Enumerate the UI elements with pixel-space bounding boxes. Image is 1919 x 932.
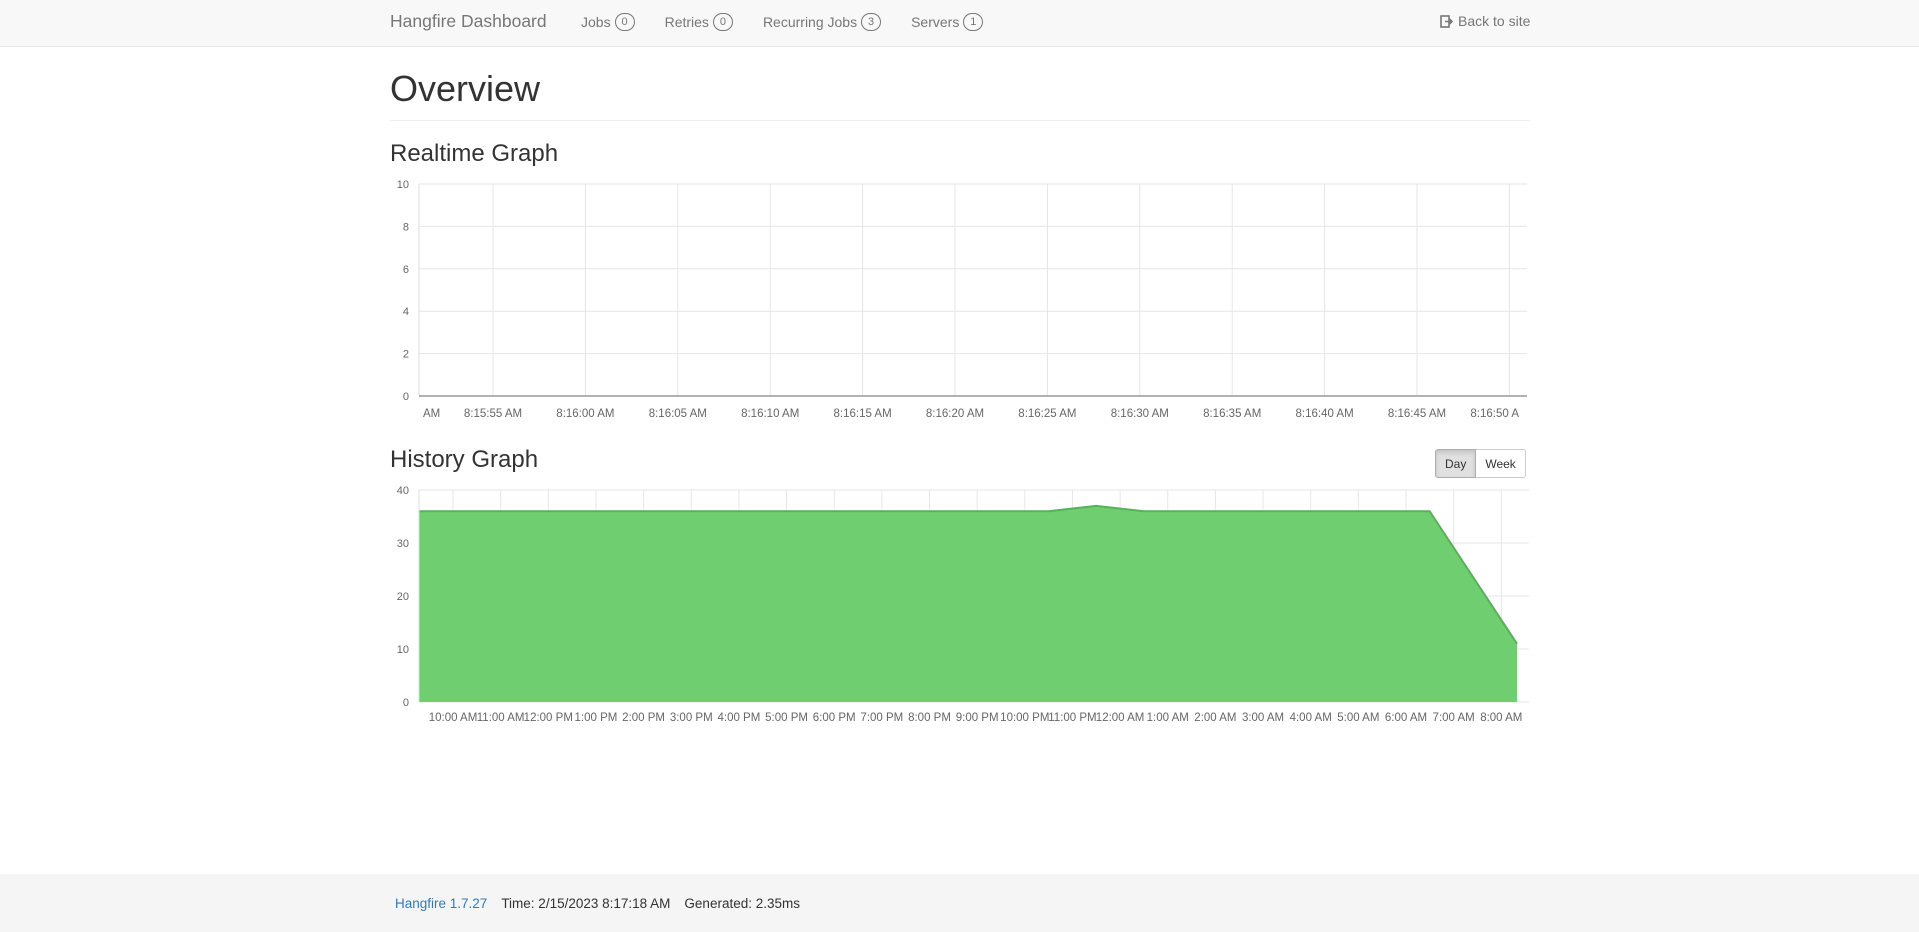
y-tick-label: 4 — [403, 306, 409, 318]
jobs-count-badge: 0 — [614, 13, 635, 31]
y-tick-label: 20 — [397, 591, 409, 603]
realtime-graph-title: Realtime Graph — [390, 140, 559, 167]
y-tick-label: 8 — [403, 221, 409, 233]
x-tick-label: 4:00 AM — [1290, 712, 1332, 724]
y-tick-label: 6 — [403, 264, 409, 276]
y-tick-label: 2 — [403, 349, 409, 361]
back-to-site-link[interactable]: Back to site — [1440, 13, 1530, 29]
x-tick-label: 7:00 PM — [860, 712, 903, 724]
generation-time: Generated: 2.35ms — [684, 896, 800, 911]
nav-item-label: Retries — [664, 14, 709, 30]
x-tick-label: 11:00 PM — [1048, 712, 1096, 724]
x-tick-label: 10:00 PM — [1000, 712, 1049, 724]
x-tick-label: 4:00 PM — [717, 712, 760, 724]
nav-item-recurring-jobs[interactable]: Recurring Jobs 3 — [762, 13, 882, 31]
x-tick-label: 6:00 PM — [813, 712, 856, 724]
y-tick-label: 10 — [397, 179, 409, 191]
nav-item-label: Recurring Jobs — [762, 14, 858, 30]
y-tick-label: 0 — [403, 697, 409, 709]
x-tick-label: 8:16:20 AM — [926, 408, 984, 420]
back-to-site-label: Back to site — [1458, 13, 1531, 29]
x-tick-label: 8:16:00 AM — [556, 408, 614, 420]
server-time: Time: 2/15/2023 8:17:18 AM — [501, 896, 671, 911]
x-tick-label: 8:16:35 AM — [1203, 408, 1261, 420]
recurring-jobs-count-badge: 3 — [861, 13, 882, 31]
history-range-toggle: Day Week — [1435, 449, 1526, 478]
x-tick-label: 1:00 AM — [1147, 712, 1189, 724]
x-tick-label: 6:00 AM — [1385, 712, 1427, 724]
x-tick-label: 2:00 PM — [622, 712, 665, 724]
x-tick-label: 8:00 PM — [908, 712, 951, 724]
nav-item-label: Jobs — [581, 14, 611, 30]
y-tick-label: 40 — [397, 485, 409, 497]
servers-count-badge: 1 — [963, 13, 984, 31]
x-tick-label: 8:16:15 AM — [834, 408, 892, 420]
retries-count-badge: 0 — [712, 13, 733, 31]
x-tick-label: 12:00 PM — [524, 712, 573, 724]
nav-item-jobs[interactable]: Jobs 0 — [581, 13, 635, 31]
history-graph: 0 10 20 30 40 10:00 AM 11:00 AM 12:00 PM 1:00 PM… — [397, 485, 1529, 724]
nav-item-retries[interactable]: Retries 0 — [665, 13, 733, 31]
x-tick-label: 3:00 PM — [670, 712, 713, 724]
y-tick-label: 10 — [397, 644, 409, 656]
navbar: Hangfire Dashboard Jobs 0 Retries 0 Recu… — [0, 0, 1919, 47]
x-tick-label: 8:00 AM — [1480, 712, 1522, 724]
y-tick-label: 30 — [397, 538, 409, 550]
x-tick-label: 3:00 AM — [1242, 712, 1284, 724]
x-tick-label: 8:16:05 AM — [649, 408, 707, 420]
x-tick-label: 8:16:50 A — [1470, 408, 1519, 420]
nav-item-label: Servers — [911, 14, 960, 30]
x-tick-label: 8:15:55 AM — [464, 408, 522, 420]
x-tick-label: 8:16:40 AM — [1296, 408, 1354, 420]
footer: Hangfire 1.7.27 Time: 2/15/2023 8:17:18 … — [0, 874, 1919, 932]
x-tick-label: 5:00 PM — [765, 712, 808, 724]
series-area — [419, 505, 1517, 702]
x-tick-label: AM — [423, 408, 440, 420]
log-out-icon — [1440, 14, 1454, 28]
nav-item-servers[interactable]: Servers 1 — [911, 13, 984, 31]
nav-menu: Jobs 0 Retries 0 Recurring Jobs 3 Server… — [581, 13, 1013, 31]
history-graph-title: History Graph — [390, 446, 539, 473]
page-title: Overview — [390, 68, 541, 109]
x-tick-label: 2:00 AM — [1194, 712, 1236, 724]
x-tick-label: 8:16:45 AM — [1388, 408, 1446, 420]
title-divider — [390, 120, 1530, 121]
x-tick-label: 8:16:30 AM — [1111, 408, 1169, 420]
x-tick-label: 10:00 AM — [429, 712, 478, 724]
x-tick-label: 1:00 PM — [575, 712, 618, 724]
realtime-graph: 0 2 4 6 8 10 AM 8:15:55 AM 8:16:00 AM 8:16:05 AM 8… — [397, 179, 1527, 420]
x-tick-label: 12:00 AM — [1096, 712, 1145, 724]
version-link[interactable]: Hangfire 1.7.27 — [395, 896, 487, 911]
week-range-button[interactable]: Week — [1476, 449, 1526, 478]
x-tick-label: 7:00 AM — [1433, 712, 1475, 724]
x-tick-label: 9:00 PM — [956, 712, 999, 724]
x-tick-label: 5:00 AM — [1337, 712, 1379, 724]
y-tick-label: 0 — [403, 391, 409, 403]
brand-link[interactable]: Hangfire Dashboard — [390, 11, 547, 32]
x-tick-label: 8:16:25 AM — [1018, 408, 1076, 420]
day-range-button[interactable]: Day — [1435, 449, 1477, 478]
x-tick-label: 11:00 AM — [477, 712, 525, 724]
x-tick-label: 8:16:10 AM — [741, 408, 799, 420]
